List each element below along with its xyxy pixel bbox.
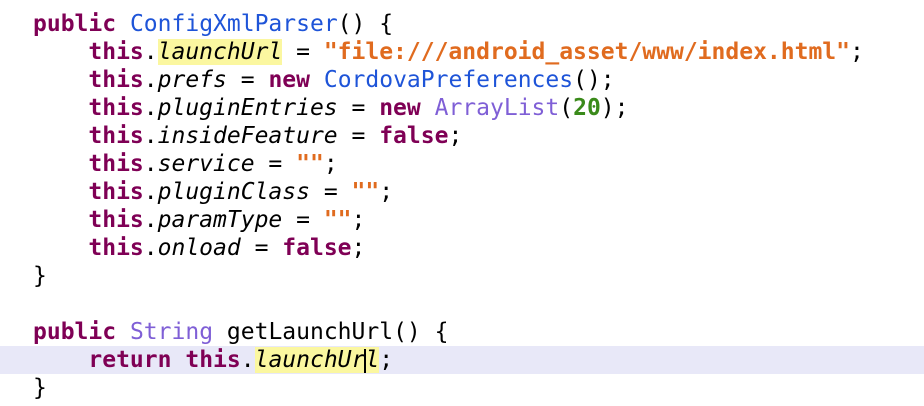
semicolon: ; bbox=[379, 179, 394, 205]
closing-brace: } bbox=[33, 375, 47, 401]
field-insidefeature: insideFeature bbox=[157, 123, 338, 149]
punctuation: (); bbox=[573, 67, 615, 93]
type-arraylist: ArrayList bbox=[434, 95, 560, 121]
code-line-blank[interactable] bbox=[0, 290, 924, 318]
assign-operator: = bbox=[254, 151, 297, 177]
code-line[interactable]: this.launchUrl = "file:///android_asset/… bbox=[0, 38, 924, 66]
assign-operator: = bbox=[226, 67, 269, 93]
closing-brace: } bbox=[33, 263, 47, 289]
field-pluginclass: pluginClass bbox=[157, 179, 310, 205]
keyword-this: this bbox=[88, 151, 144, 177]
string-literal: "" bbox=[323, 207, 352, 233]
keyword-this: this bbox=[88, 207, 144, 233]
code-line[interactable]: this.insideFeature = false; bbox=[0, 122, 924, 150]
keyword-this: this bbox=[88, 67, 144, 93]
method-name: getLaunchUrl bbox=[226, 319, 394, 345]
keyword-return: return bbox=[88, 347, 172, 373]
keyword-this: this bbox=[88, 95, 144, 121]
field-text-after-caret: l bbox=[365, 347, 380, 373]
string-literal: "" bbox=[296, 151, 324, 177]
assign-operator: = bbox=[282, 207, 324, 233]
dot: . bbox=[143, 179, 158, 205]
field-service: service bbox=[157, 151, 255, 177]
keyword-this: this bbox=[88, 235, 144, 261]
dot: . bbox=[143, 151, 158, 177]
code-editor[interactable]: public ConfigXmlParser() { this.launchUr… bbox=[0, 0, 924, 406]
field-pluginentries: pluginEntries bbox=[157, 95, 338, 121]
assign-operator: = bbox=[240, 235, 283, 261]
code-line[interactable]: this.onload = false; bbox=[0, 234, 924, 262]
field-prefs: prefs bbox=[157, 67, 227, 93]
semicolon: ; bbox=[323, 151, 338, 177]
assign-operator: = bbox=[337, 95, 380, 121]
field-onload: onload bbox=[157, 235, 241, 261]
keyword-false: false bbox=[282, 235, 352, 261]
code-line[interactable]: public ConfigXmlParser() { bbox=[0, 10, 924, 38]
code-line-current[interactable]: return this.launchUrl; bbox=[0, 346, 924, 374]
assign-operator: = bbox=[282, 39, 324, 65]
keyword-false: false bbox=[379, 123, 449, 149]
keyword-this: this bbox=[88, 179, 144, 205]
keyword-public: public bbox=[33, 11, 117, 37]
keyword-new: new bbox=[379, 95, 421, 121]
code-line[interactable]: } bbox=[0, 262, 924, 290]
field-paramtype: paramType bbox=[157, 207, 283, 233]
assign-operator: = bbox=[337, 123, 380, 149]
constructor-name: ConfigXmlParser bbox=[129, 11, 338, 37]
string-literal: "" bbox=[351, 179, 380, 205]
semicolon: ; bbox=[850, 39, 864, 65]
code-line[interactable]: this.prefs = new CordovaPreferences(); bbox=[0, 66, 924, 94]
code-line[interactable]: } bbox=[0, 374, 924, 402]
dot: . bbox=[143, 207, 158, 233]
keyword-this: this bbox=[88, 123, 144, 149]
semicolon: ; bbox=[351, 235, 366, 261]
field-text-before-caret: launchUr bbox=[254, 347, 366, 373]
type-cordovapreferences: CordovaPreferences bbox=[323, 67, 574, 93]
code-line[interactable]: this.service = ""; bbox=[0, 150, 924, 178]
semicolon: ; bbox=[379, 347, 394, 373]
type-string: String bbox=[129, 319, 214, 345]
punctuation: () { bbox=[393, 319, 449, 345]
code-line[interactable]: this.pluginEntries = new ArrayList(20); bbox=[0, 94, 924, 122]
semicolon: ; bbox=[351, 207, 366, 233]
dot: . bbox=[143, 39, 158, 65]
field-launchurl-highlighted: launchUrl bbox=[157, 39, 283, 65]
dot: . bbox=[143, 67, 158, 93]
code-line[interactable]: this.pluginClass = ""; bbox=[0, 178, 924, 206]
number-literal: 20 bbox=[573, 95, 601, 121]
keyword-this: this bbox=[88, 39, 144, 65]
semicolon: ; bbox=[448, 123, 463, 149]
assign-operator: = bbox=[309, 179, 352, 205]
punctuation: ( bbox=[559, 95, 574, 121]
dot: . bbox=[143, 95, 158, 121]
code-line[interactable]: public String getLaunchUrl() { bbox=[0, 318, 924, 346]
dot: . bbox=[240, 347, 255, 373]
punctuation: ); bbox=[600, 95, 629, 121]
string-literal: "file:///android_asset/www/index.html" bbox=[323, 39, 851, 65]
dot: . bbox=[143, 123, 158, 149]
dot: . bbox=[143, 235, 158, 261]
keyword-this: this bbox=[185, 347, 241, 373]
keyword-new: new bbox=[268, 67, 310, 93]
punctuation: () { bbox=[337, 11, 394, 37]
field-launchurl-highlighted: launchUrl bbox=[254, 347, 380, 373]
code-line[interactable]: this.paramType = ""; bbox=[0, 206, 924, 234]
keyword-public: public bbox=[33, 319, 117, 345]
